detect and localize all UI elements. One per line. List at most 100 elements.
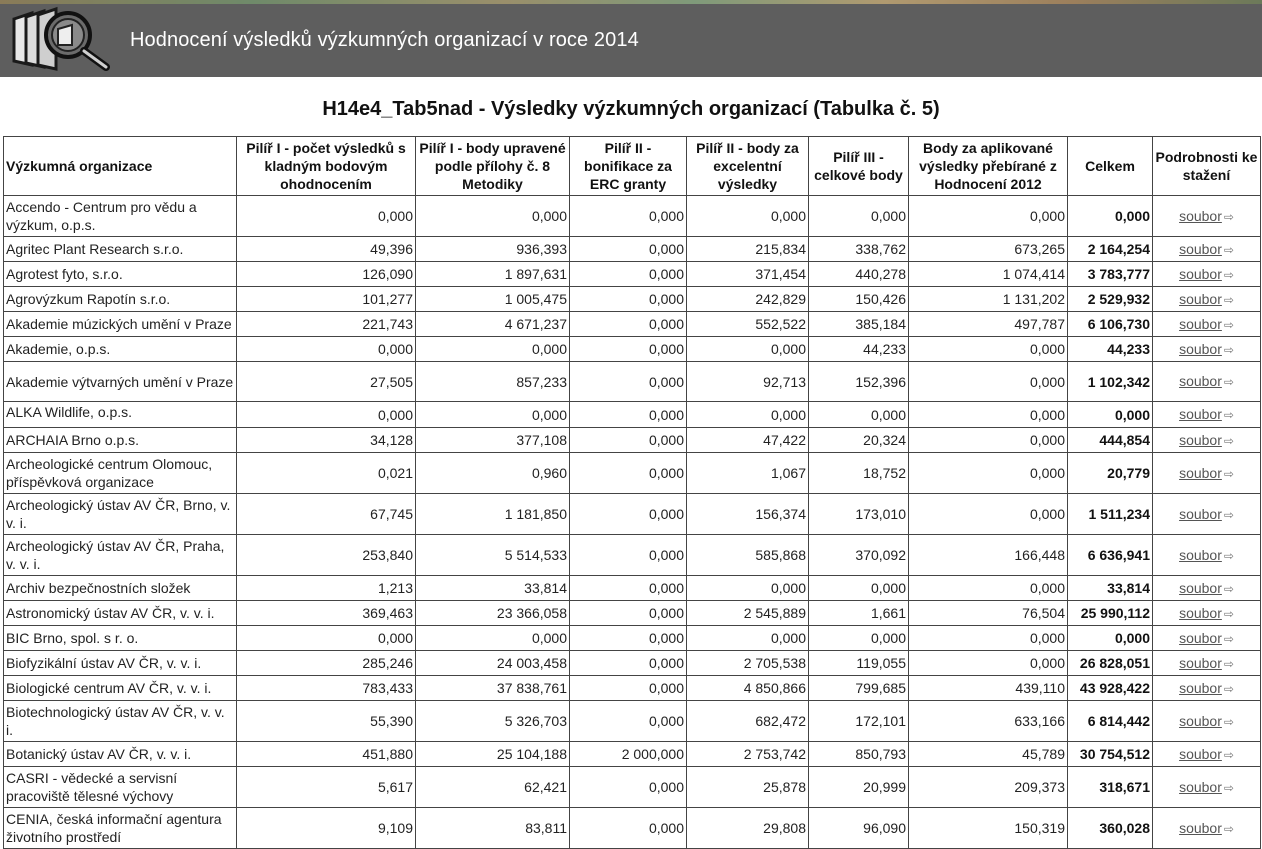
- download-link[interactable]: soubor ⇨: [1179, 373, 1234, 389]
- arrow-right-icon: ⇨: [1223, 267, 1234, 282]
- value-cell-p1count: 783,433: [236, 675, 416, 701]
- download-label: soubor: [1179, 654, 1222, 671]
- column-header[interactable]: Pilíř I - body upravené podle přílohy č.…: [415, 136, 570, 196]
- arrow-right-icon: ⇨: [1223, 317, 1234, 332]
- total-cell: 2 164,254: [1067, 236, 1153, 262]
- organization-name-cell: Biofyzikální ústav AV ČR, v. v. i.: [3, 650, 237, 676]
- download-label: soubor: [1179, 819, 1222, 836]
- download-cell: soubor ⇨: [1152, 452, 1261, 494]
- download-label: soubor: [1179, 712, 1222, 729]
- value-cell-p1count: 0,000: [236, 195, 416, 237]
- value-cell-applied: 673,265: [908, 236, 1068, 262]
- download-link[interactable]: soubor ⇨: [1179, 406, 1234, 422]
- download-link[interactable]: soubor ⇨: [1179, 208, 1234, 224]
- column-header[interactable]: Pilíř III - celkové body: [808, 136, 909, 196]
- column-header[interactable]: Výzkumná organizace: [3, 136, 237, 196]
- download-link[interactable]: soubor ⇨: [1179, 341, 1234, 357]
- download-label: soubor: [1179, 629, 1222, 646]
- total-cell: 360,028: [1067, 807, 1153, 849]
- value-cell-p3: 44,233: [808, 336, 909, 362]
- total-cell: 6 814,442: [1067, 700, 1153, 742]
- table-row: Archiv bezpečnostních složek 1,213 33,814 0…: [3, 575, 1261, 601]
- download-link[interactable]: soubor ⇨: [1179, 746, 1234, 762]
- value-cell-p2exc: 2 705,538: [686, 650, 809, 676]
- table-body: Accendo - Centrum pro vědu a výzkum, o.p…: [3, 195, 1261, 849]
- value-cell-p3: 18,752: [808, 452, 909, 494]
- organization-name-cell: CASRI - vědecké a servisní pracoviště tě…: [3, 766, 237, 808]
- table-row: ALKA Wildlife, o.p.s. 0,000 0,000 0,000 0,00…: [3, 401, 1261, 428]
- organization-name-cell: Archeologický ústav AV ČR, Brno, v. v. i…: [3, 493, 237, 535]
- value-cell-p2exc: 29,808: [686, 807, 809, 849]
- organization-name-cell: ARCHAIA Brno o.p.s.: [3, 427, 237, 453]
- value-cell-p1count: 253,840: [236, 534, 416, 576]
- value-cell-p2erc: 0,000: [569, 401, 687, 428]
- value-cell-applied: 0,000: [908, 427, 1068, 453]
- download-link[interactable]: soubor ⇨: [1179, 316, 1234, 332]
- value-cell-p2exc: 0,000: [686, 625, 809, 651]
- total-cell: 33,814: [1067, 575, 1153, 601]
- arrow-right-icon: ⇨: [1223, 507, 1234, 522]
- download-link[interactable]: soubor ⇨: [1179, 605, 1234, 621]
- download-cell: soubor ⇨: [1152, 650, 1261, 676]
- download-link[interactable]: soubor ⇨: [1179, 547, 1234, 563]
- value-cell-p1body: 0,000: [415, 401, 570, 428]
- total-cell: 2 529,932: [1067, 286, 1153, 312]
- download-link[interactable]: soubor ⇨: [1179, 241, 1234, 257]
- value-cell-p1body: 0,000: [415, 625, 570, 651]
- column-header[interactable]: Celkem: [1067, 136, 1153, 196]
- value-cell-p3: 1,661: [808, 600, 909, 626]
- value-cell-p2exc: 371,454: [686, 261, 809, 287]
- download-link[interactable]: soubor ⇨: [1179, 779, 1234, 795]
- value-cell-p1count: 369,463: [236, 600, 416, 626]
- value-cell-p2erc: 0,000: [569, 700, 687, 742]
- download-link[interactable]: soubor ⇨: [1179, 465, 1234, 481]
- download-link[interactable]: soubor ⇨: [1179, 680, 1234, 696]
- download-link[interactable]: soubor ⇨: [1179, 266, 1234, 282]
- value-cell-p2exc: 0,000: [686, 336, 809, 362]
- value-cell-p1count: 0,021: [236, 452, 416, 494]
- value-cell-p3: 850,793: [808, 741, 909, 767]
- download-link[interactable]: soubor ⇨: [1179, 506, 1234, 522]
- value-cell-p2exc: 2 545,889: [686, 600, 809, 626]
- arrow-right-icon: ⇨: [1223, 375, 1234, 389]
- value-cell-p3: 119,055: [808, 650, 909, 676]
- download-cell: soubor ⇨: [1152, 401, 1261, 428]
- download-link[interactable]: soubor ⇨: [1179, 291, 1234, 307]
- column-header[interactable]: Body za aplikované výsledky přebírané z …: [908, 136, 1068, 196]
- download-cell: soubor ⇨: [1152, 195, 1261, 237]
- value-cell-p2exc: 215,834: [686, 236, 809, 262]
- arrow-right-icon: ⇨: [1223, 656, 1234, 671]
- column-header[interactable]: Pilíř II - body za excelentní výsledky: [686, 136, 809, 196]
- download-label: soubor: [1179, 315, 1222, 332]
- value-cell-p1body: 857,233: [415, 361, 570, 402]
- value-cell-p1count: 451,880: [236, 741, 416, 767]
- download-link[interactable]: soubor ⇨: [1179, 820, 1234, 836]
- table-row: Biologické centrum AV ČR, v. v. i. 783,43…: [3, 675, 1261, 701]
- download-link[interactable]: soubor ⇨: [1179, 630, 1234, 646]
- total-cell: 30 754,512: [1067, 741, 1153, 767]
- download-cell: soubor ⇨: [1152, 361, 1261, 402]
- value-cell-applied: 439,110: [908, 675, 1068, 701]
- download-link[interactable]: soubor ⇨: [1179, 580, 1234, 596]
- download-label: soubor: [1179, 505, 1222, 522]
- arrow-right-icon: ⇨: [1223, 408, 1234, 422]
- magnifier-folder-icon[interactable]: [10, 5, 118, 71]
- value-cell-p1body: 1 181,850: [415, 493, 570, 535]
- download-link[interactable]: soubor ⇨: [1179, 655, 1234, 671]
- download-label: soubor: [1179, 778, 1222, 795]
- download-cell: soubor ⇨: [1152, 493, 1261, 535]
- value-cell-p2exc: 1,067: [686, 452, 809, 494]
- value-cell-p1count: 9,109: [236, 807, 416, 849]
- value-cell-p2exc: 552,522: [686, 311, 809, 337]
- column-header[interactable]: Pilíř I - počet výsledků s kladným bodov…: [236, 136, 416, 196]
- column-header[interactable]: Podrobnosti ke stažení: [1152, 136, 1261, 196]
- total-cell: 26 828,051: [1067, 650, 1153, 676]
- download-link[interactable]: soubor ⇨: [1179, 713, 1234, 729]
- download-link[interactable]: soubor ⇨: [1179, 432, 1234, 448]
- column-header[interactable]: Pilíř II - bonifikace za ERC granty: [569, 136, 687, 196]
- value-cell-applied: 209,373: [908, 766, 1068, 808]
- value-cell-applied: 0,000: [908, 493, 1068, 535]
- total-cell: 25 990,112: [1067, 600, 1153, 626]
- table-header-row: Výzkumná organizace Pilíř I - počet výsl…: [3, 136, 1261, 196]
- value-cell-p1count: 67,745: [236, 493, 416, 535]
